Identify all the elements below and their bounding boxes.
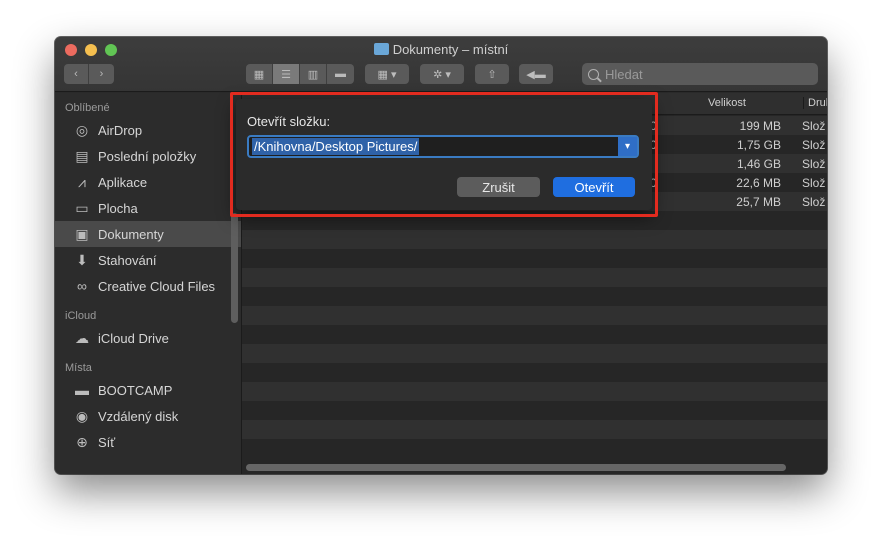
sidebar-item-network[interactable]: ⊕ Síť (55, 429, 241, 455)
group-button[interactable]: ▦ ▾ (365, 64, 409, 84)
gear-icon: ✲ ▾ (433, 68, 451, 81)
column-view-button[interactable]: ▥ (300, 64, 327, 84)
empty-row (242, 268, 827, 287)
sidebar-item-downloads[interactable]: ⬇ Stahování (55, 247, 241, 273)
downloads-icon: ⬇ (76, 251, 88, 268)
sidebar-item-remote-disc[interactable]: ◉ Vzdálený disk (55, 403, 241, 429)
icon-view-button[interactable]: ▦ (246, 64, 273, 84)
empty-row (242, 439, 827, 458)
applications-icon: ⩘ (78, 173, 86, 190)
toolbar: Dokumenty – místní ‹ › ▦ ☰ ▥ ▬ ▦ ▾ ✲ ▾ ⇧ (55, 37, 827, 92)
cell-kind: Slož (802, 138, 826, 152)
sidebar-section-locations: Místa (65, 362, 92, 374)
sidebar-item-icloud-drive[interactable]: ☁ iCloud Drive (55, 325, 241, 351)
cell-size: 1,46 GB (736, 157, 781, 171)
cell-size: 1,75 GB (736, 138, 781, 152)
cell-kind: Slož (802, 157, 826, 171)
share-button[interactable]: ⇧ (475, 64, 509, 84)
empty-row (242, 325, 827, 344)
sidebar-section-favorites: Oblíbené (65, 102, 110, 114)
view-mode-control: ▦ ☰ ▥ ▬ (246, 64, 354, 84)
sidebar-item-label: Síť (98, 434, 116, 450)
disk-icon: ▬ (75, 382, 89, 398)
creative-cloud-icon: ∞ (77, 278, 87, 294)
tags-button[interactable]: ◀▬ (519, 64, 553, 84)
group-icon: ▦ ▾ (377, 68, 397, 81)
recents-icon: ▤ (75, 147, 89, 164)
nav-buttons: ‹ › (64, 64, 114, 84)
sidebar-item-label: AirDrop (98, 122, 143, 138)
sidebar-item-applications[interactable]: ⩘ Aplikace (55, 169, 241, 195)
search-field[interactable]: Hledat (582, 63, 818, 85)
highlight-frame (230, 92, 658, 217)
cell-size: 25,7 MB (736, 195, 781, 209)
window-title-wrap: Dokumenty – místní (55, 42, 827, 57)
action-button[interactable]: ✲ ▾ (420, 64, 464, 84)
empty-row (242, 249, 827, 268)
sidebar-item-desktop[interactable]: ▭ Plocha (55, 195, 241, 221)
sidebar-item-label: BOOTCAMP (98, 382, 173, 398)
airdrop-icon: ◎ (75, 121, 89, 138)
sidebar-item-label: Plocha (98, 200, 138, 216)
network-icon: ⊕ (76, 433, 88, 450)
forward-button[interactable]: › (89, 64, 114, 84)
share-icon: ⇧ (487, 68, 497, 81)
sidebar-item-label: Dokumenty (98, 226, 164, 242)
sidebar-item-label: Vzdálený disk (98, 408, 179, 424)
empty-row (242, 363, 827, 382)
sidebar-scrollbar[interactable] (231, 213, 238, 323)
sidebar-item-bootcamp[interactable]: ▬ BOOTCAMP (55, 377, 241, 403)
empty-row (242, 287, 827, 306)
search-placeholder: Hledat (605, 66, 643, 82)
cell-size: 199 MB (739, 119, 781, 133)
remote-disc-icon: ◉ (75, 407, 89, 424)
sidebar-item-recents[interactable]: ▤ Poslední položky (55, 143, 241, 169)
empty-row (242, 344, 827, 363)
empty-row (242, 420, 827, 439)
gallery-view-button[interactable]: ▬ (327, 64, 354, 84)
sidebar-item-label: iCloud Drive (98, 330, 169, 346)
empty-row (242, 382, 827, 401)
empty-row (242, 401, 827, 420)
empty-row (242, 230, 827, 249)
cell-kind: Slož (802, 119, 826, 133)
cloud-icon: ☁ (75, 329, 89, 346)
sidebar-item-label: Creative Cloud Files (98, 278, 216, 294)
sidebar-section-icloud: iCloud (65, 310, 97, 322)
cell-kind: Slož (802, 195, 826, 209)
documents-icon: ▣ (75, 225, 89, 242)
list-view-button[interactable]: ☰ (273, 64, 300, 84)
sidebar-item-label: Aplikace (98, 174, 148, 190)
sidebar-item-label: Poslední položky (98, 148, 197, 164)
cell-size: 22,6 MB (736, 176, 781, 190)
search-icon (588, 68, 599, 80)
sidebar-item-label: Stahování (98, 252, 157, 268)
sidebar: Oblíbené ◎ AirDrop ▤ Poslední položky ⩘ … (55, 93, 241, 474)
folder-icon (373, 43, 389, 55)
window-title: Dokumenty – místní (392, 42, 509, 57)
sidebar-item-airdrop[interactable]: ◎ AirDrop (55, 117, 241, 143)
sidebar-item-creative-cloud[interactable]: ∞ Creative Cloud Files (55, 273, 241, 299)
back-button[interactable]: ‹ (64, 64, 89, 84)
desktop-icon: ▭ (75, 199, 89, 216)
tag-icon: ◀▬ (526, 68, 546, 81)
cell-kind: Slož (802, 176, 826, 190)
column-header-kind[interactable]: Druh (803, 97, 827, 109)
column-header-size[interactable]: Velikost (708, 97, 746, 109)
horizontal-scrollbar[interactable] (246, 464, 786, 471)
sidebar-item-documents[interactable]: ▣ Dokumenty (55, 221, 241, 247)
empty-row (242, 306, 827, 325)
